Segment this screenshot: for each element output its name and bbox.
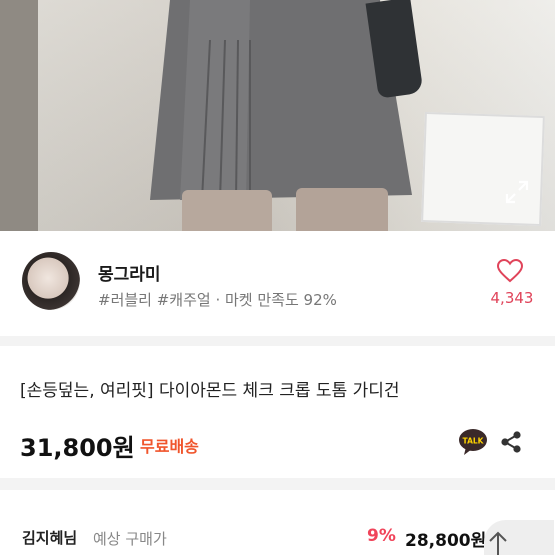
product-image[interactable] — [0, 0, 555, 231]
product-price: 31,800원 — [20, 434, 135, 462]
section-divider — [0, 336, 555, 346]
discount-rate: 9% — [367, 526, 396, 546]
kakaotalk-icon[interactable]: TALK — [458, 428, 488, 456]
share-icon[interactable] — [499, 430, 523, 454]
model-leg-left — [182, 190, 272, 231]
image-door-frame — [0, 0, 38, 231]
expand-icon[interactable] — [504, 179, 530, 205]
expected-price-label: 예상 구매가 — [93, 530, 167, 548]
like-count: 4,343 — [490, 289, 534, 307]
free-shipping-badge: 무료배송 — [140, 437, 199, 456]
heart-icon[interactable] — [497, 259, 523, 283]
seller-name[interactable]: 몽그라미 — [98, 260, 161, 285]
wall-calendar — [421, 111, 545, 227]
buyer-name: 김지혜님 — [22, 529, 78, 547]
product-title: [손등덮는, 여리핏] 다이아몬드 체크 크롭 도톰 가디건 — [20, 381, 400, 401]
seller-section — [0, 231, 555, 336]
section-divider-2 — [0, 478, 555, 490]
seller-avatar[interactable] — [22, 252, 80, 310]
expected-price: 28,800원 — [405, 531, 487, 551]
svg-text:TALK: TALK — [463, 437, 485, 446]
model-leg-right — [296, 188, 388, 231]
seller-tags: #러블리 #캐주얼 · 마켓 만족도 92% — [98, 291, 337, 309]
up-arrow-icon[interactable] — [485, 530, 511, 555]
